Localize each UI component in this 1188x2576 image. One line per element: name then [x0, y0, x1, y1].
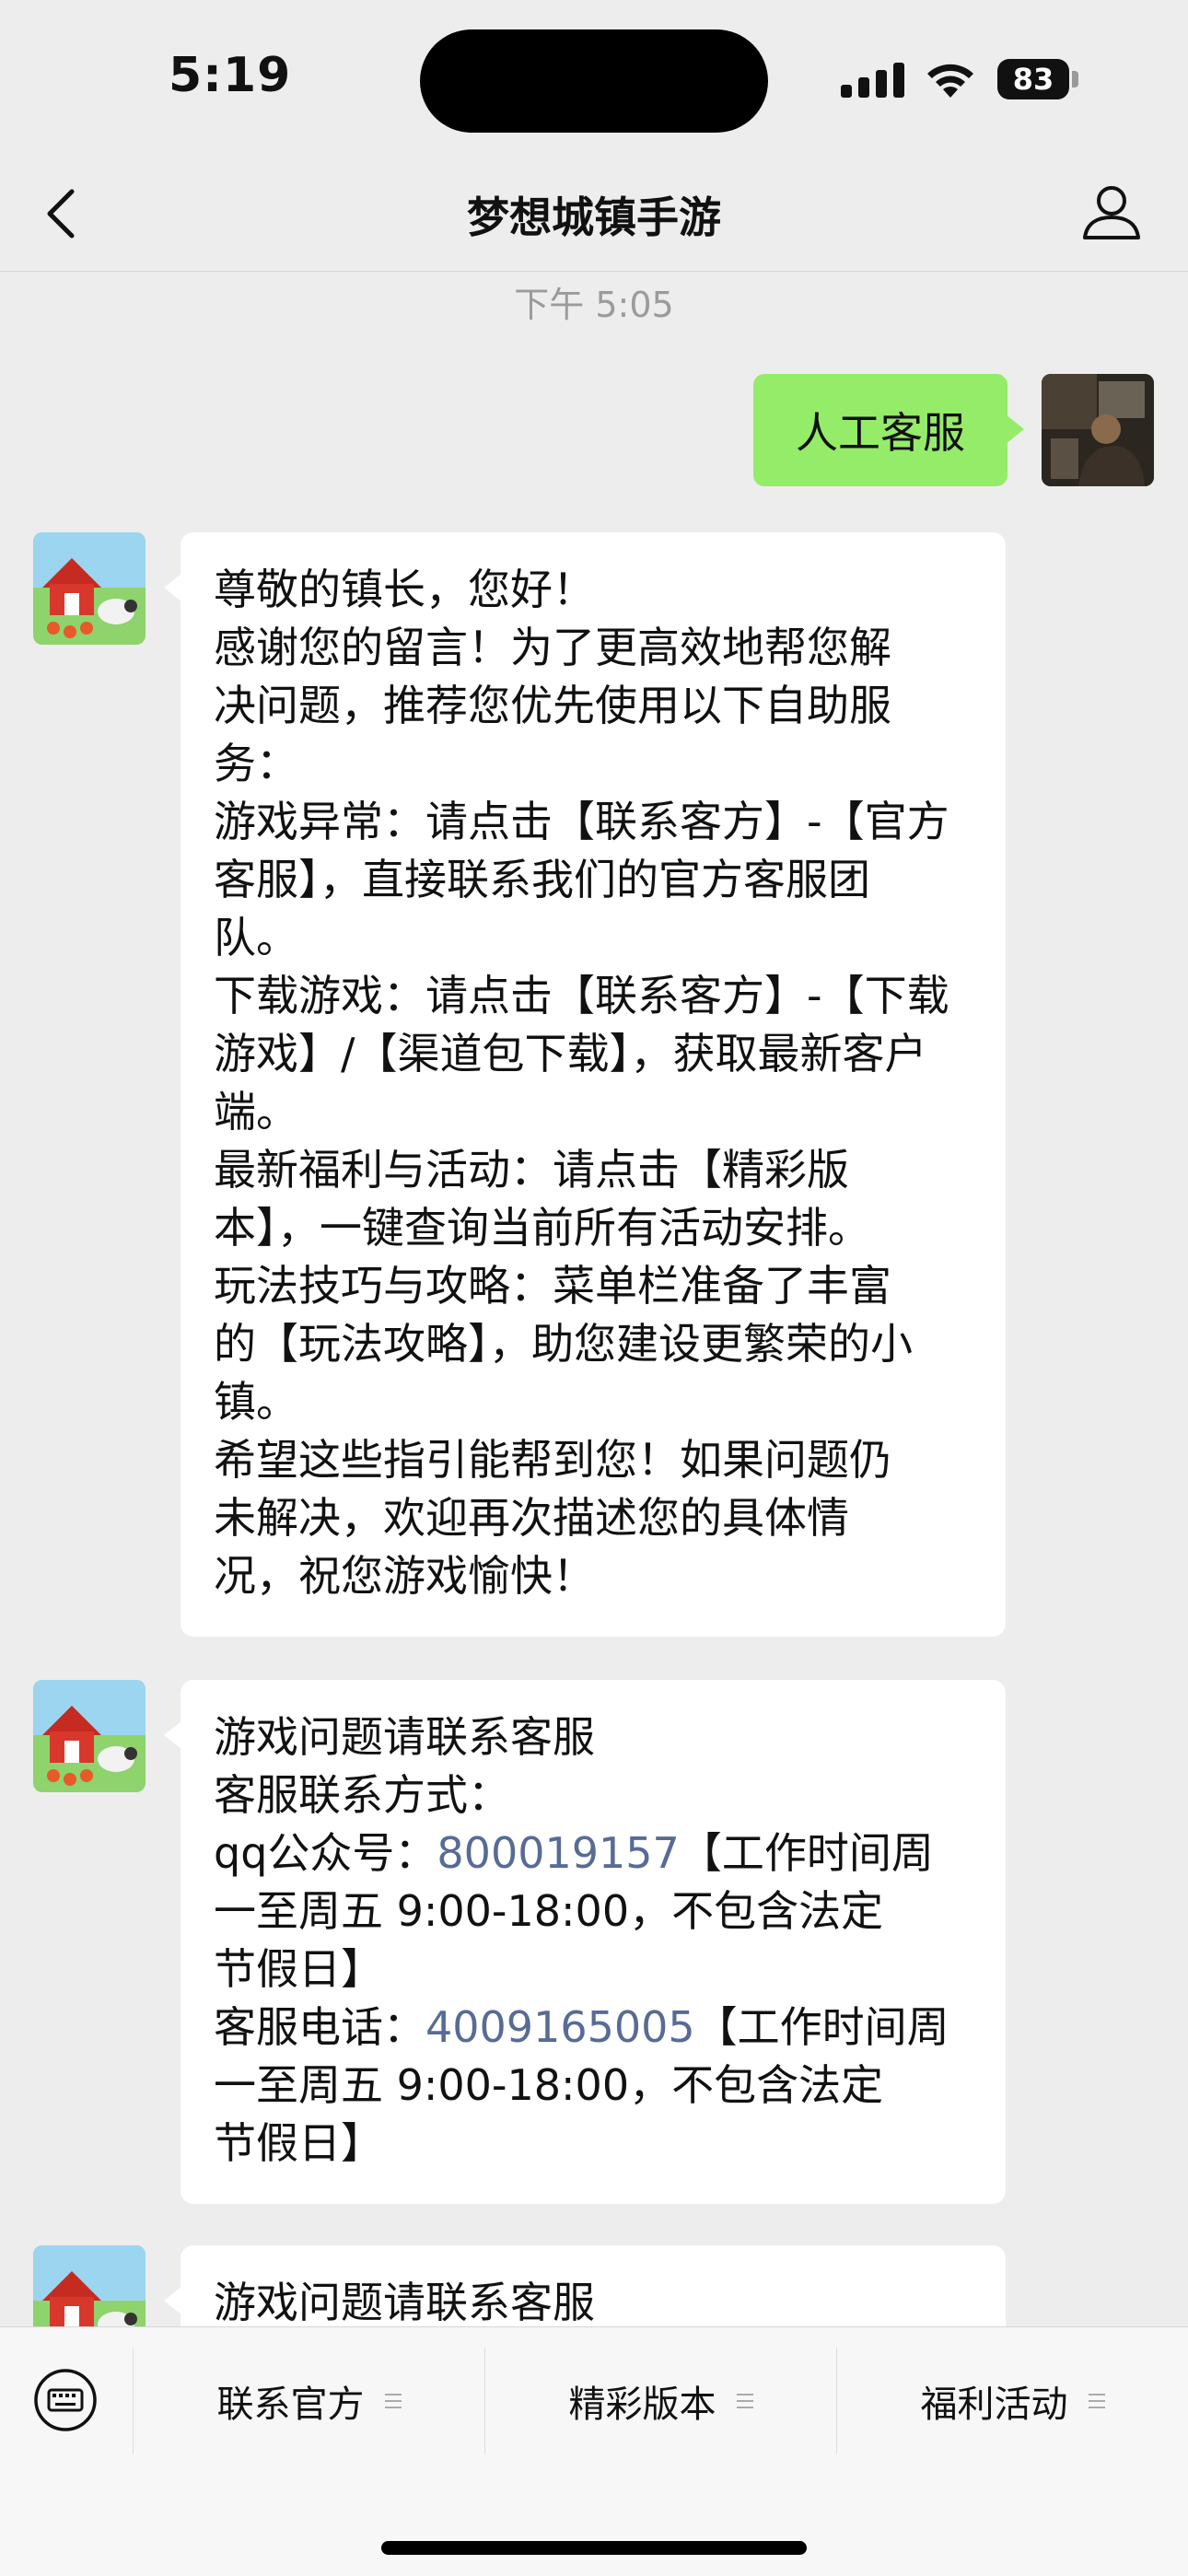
menu-item-label: 福利活动: [920, 2384, 1068, 2426]
menu-item-welfare-activities[interactable]: 福利活动: [837, 2348, 1188, 2454]
qq-contact-line: qq公众号：800019157【工作时间周: [214, 1824, 973, 1882]
phone-hours: 【工作时间周: [694, 2002, 949, 2052]
message-line: 队。: [214, 913, 298, 962]
message-line: 节假日】: [214, 1944, 383, 1994]
user-message-bubble[interactable]: 人工客服: [753, 374, 1024, 486]
status-bar: 5:19 83: [0, 0, 1188, 157]
bottom-menu-bar: 联系官方 精彩版本 福利活动: [0, 2326, 1188, 2576]
menu-list-icon: [736, 2394, 753, 2408]
battery-indicator: 83: [997, 59, 1069, 99]
page-title: 梦想城镇手游: [467, 192, 721, 242]
message-line: 游戏异常：请点击【联系客方】-【官方: [214, 797, 949, 846]
message-line: 下载游戏：请点击【联系客方】-【下载: [214, 971, 949, 1020]
phone-contact-line: 客服电话：4009165005【工作时间周: [214, 1999, 973, 2057]
wifi-icon: [927, 64, 973, 98]
message-line: 一至周五 9:00-18:00，不包含法定: [214, 2060, 884, 2110]
menu-list-icon: [1088, 2394, 1105, 2408]
message-line: 一至周五 9:00-18:00，不包含法定: [214, 1886, 884, 1936]
message-timestamp: 下午 5:05: [514, 285, 674, 325]
status-time: 5:19: [169, 48, 292, 103]
message-line: 最新福利与活动：请点击【精彩版: [214, 1145, 849, 1195]
message-line: 未解决，欢迎再次描述您的具体情: [214, 1493, 849, 1543]
bot-message-bubble[interactable]: 尊敬的镇长，您好！ 感谢您的留言！为了更高效地帮您解 决问题，推荐您优先使用以下…: [164, 532, 1006, 1637]
message-line: 希望这些指引能帮到您！如果问题仍: [214, 1435, 891, 1485]
message-line: 本】，一键查询当前所有活动安排。: [214, 1203, 870, 1253]
message-line: 决问题，推荐您优先使用以下自助服: [214, 681, 891, 730]
bot-message-bubble[interactable]: 游戏问题请联系客服 客服联系方式： qq公众号：800019157【工作时间周 …: [164, 1680, 1006, 2204]
message-line: 玩法技巧与攻略：菜单栏准备了丰富: [214, 1261, 891, 1311]
dynamic-island: [420, 29, 768, 133]
qq-hours: 【工作时间周: [679, 1828, 934, 1878]
menu-list-icon: [384, 2394, 402, 2408]
menu-item-featured-version[interactable]: 精彩版本: [485, 2348, 836, 2454]
message-line: 客服】，直接联系我们的官方客服团: [214, 855, 870, 904]
cellular-signal-icon: [841, 61, 905, 98]
message-line: 节假日】: [214, 2118, 383, 2168]
menu-item-contact-official[interactable]: 联系官方: [134, 2348, 484, 2454]
bot-avatar[interactable]: [33, 1680, 146, 1792]
phone-label: 客服电话：: [214, 2002, 425, 2052]
home-indicator[interactable]: [381, 2541, 807, 2555]
message-line: 的【玩法攻略】，助您建设更繁荣的小: [214, 1319, 913, 1369]
message-line: 务：: [214, 739, 298, 788]
bot-avatar[interactable]: [33, 532, 146, 645]
menu-item-label: 联系官方: [216, 2384, 365, 2426]
user-avatar[interactable]: [1042, 374, 1154, 486]
message-line: 客服联系方式：: [214, 1770, 510, 1820]
message-line: 镇。: [214, 1377, 298, 1427]
phone-number-link[interactable]: 4009165005: [425, 2002, 695, 2052]
message-line: 尊敬的镇长，您好！: [214, 565, 595, 614]
nav-bar: 梦想城镇手游: [0, 157, 1188, 272]
message-line: 感谢您的留言！为了更高效地帮您解: [214, 623, 891, 672]
battery-cap: [1072, 71, 1078, 87]
message-line: 游戏】/【渠道包下载】，获取最新客户: [214, 1029, 927, 1078]
qq-label: qq公众号：: [214, 1828, 437, 1878]
message-line: 游戏问题请联系客服: [214, 1712, 595, 1762]
keyboard-icon[interactable]: [33, 2368, 98, 2432]
message-line: 况，祝您游戏愉快！: [214, 1551, 595, 1601]
qq-number-link[interactable]: 800019157: [437, 1828, 679, 1878]
message-line: 端。: [214, 1087, 298, 1136]
menu-item-label: 精彩版本: [568, 2384, 716, 2426]
profile-icon[interactable]: [1079, 181, 1144, 245]
message-line: 游戏问题请联系客服: [214, 2278, 595, 2327]
